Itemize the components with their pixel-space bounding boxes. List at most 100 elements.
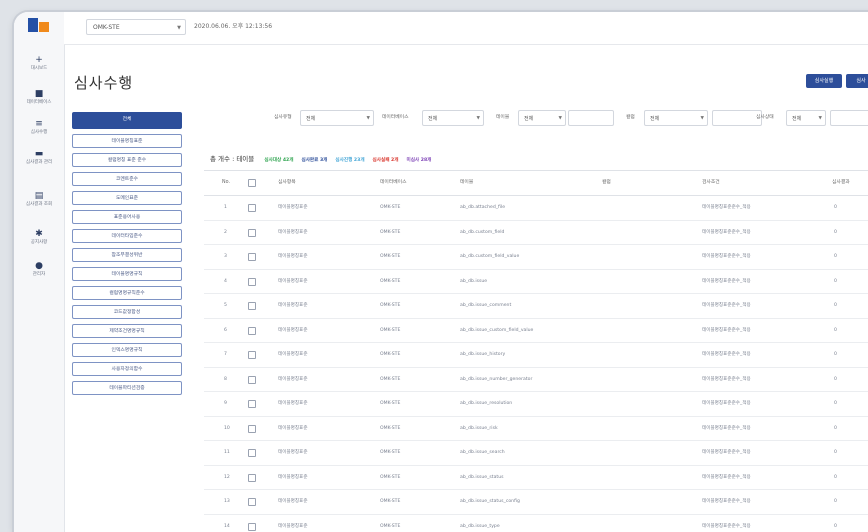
- filter-table-label: 테이블: [496, 109, 509, 127]
- col-condition: 검사조건: [702, 171, 720, 194]
- row-checkbox[interactable]: [248, 523, 256, 531]
- nav-item-2[interactable]: ≡심사수행: [16, 120, 62, 135]
- nav-item-label: 심사결과 관리: [16, 160, 62, 165]
- filter-status-value: 전체: [792, 116, 801, 122]
- row-checkbox[interactable]: [248, 204, 256, 212]
- category-item[interactable]: 데이터타입준수: [72, 229, 182, 243]
- category-item[interactable]: 컬럼명명규칙준수: [72, 286, 182, 300]
- row-checkbox[interactable]: [248, 278, 256, 286]
- table-header: No. 심사항목 데이터베이스 테이블 컬럼 검사조건 심사결과: [204, 170, 868, 196]
- row-db: OMK-STE: [380, 466, 400, 489]
- row-item: 테이블명칭표준: [278, 490, 308, 513]
- row-checkbox[interactable]: [248, 449, 256, 457]
- category-item[interactable]: 테이블명칭표준: [72, 134, 182, 148]
- table-row[interactable]: 11테이블명칭표준OMK-STEab_db.issue_search테이블명칭표…: [204, 441, 868, 466]
- row-checkbox[interactable]: [248, 376, 256, 384]
- row-result: 0: [834, 441, 837, 464]
- category-item[interactable]: 코멘트준수: [72, 172, 182, 186]
- category-item[interactable]: 참조무결성위반: [72, 248, 182, 262]
- table-row[interactable]: 1테이블명칭표준OMK-STEab_db.attached_file테이블명칭표…: [204, 196, 868, 221]
- table-row[interactable]: 7테이블명칭표준OMK-STEab_db.issue_history테이블명칭표…: [204, 343, 868, 368]
- row-checkbox[interactable]: [248, 474, 256, 482]
- table-row[interactable]: 14테이블명칭표준OMK-STEab_db.issue_type테이블명칭표준준…: [204, 515, 868, 532]
- category-item[interactable]: 도메인표준: [72, 191, 182, 205]
- row-checkbox[interactable]: [248, 351, 256, 359]
- filter-table-input[interactable]: [568, 110, 614, 126]
- table-row[interactable]: 9테이블명칭표준OMK-STEab_db.issue_resolution테이블…: [204, 392, 868, 417]
- nav-item-0[interactable]: +대시보드: [16, 56, 62, 71]
- table-row[interactable]: 8테이블명칭표준OMK-STEab_db.issue_number_genera…: [204, 368, 868, 393]
- filter-db-value: 전체: [428, 116, 437, 122]
- select-all-checkbox[interactable]: [248, 179, 256, 187]
- row-db: OMK-STE: [380, 196, 400, 219]
- category-item[interactable]: 표준용어사용: [72, 210, 182, 224]
- category-item[interactable]: 사용자정의함수: [72, 362, 182, 376]
- category-item[interactable]: 테이블파티션검증: [72, 381, 182, 395]
- table-row[interactable]: 4테이블명칭표준OMK-STEab_db.issue테이블명칭표준준수_적용0: [204, 270, 868, 295]
- row-result: 0: [834, 196, 837, 219]
- category-item[interactable]: 컬럼명칭 표준 준수: [72, 153, 182, 167]
- row-table: ab_db.issue_resolution: [460, 392, 512, 415]
- table-row[interactable]: 3테이블명칭표준OMK-STEab_db.custom_field_value테…: [204, 245, 868, 270]
- row-result: 0: [834, 392, 837, 415]
- row-condition: 테이블명칭표준준수_적용: [702, 441, 751, 464]
- row-checkbox[interactable]: [248, 229, 256, 237]
- row-table: ab_db.issue_status: [460, 466, 504, 489]
- table-row[interactable]: 2테이블명칭표준OMK-STEab_db.custom_field테이블명칭표준…: [204, 221, 868, 246]
- nav-item-label: 심사결과 조회: [16, 202, 62, 207]
- row-checkbox[interactable]: [248, 302, 256, 310]
- row-checkbox[interactable]: [248, 253, 256, 261]
- row-no: 2: [224, 221, 227, 244]
- row-result: 0: [834, 221, 837, 244]
- row-no: 7: [224, 343, 227, 366]
- table-row[interactable]: 5테이블명칭표준OMK-STEab_db.issue_comment테이블명칭표…: [204, 294, 868, 319]
- filter-column-label: 컬럼: [626, 109, 635, 127]
- filter-type-value: 전체: [306, 116, 315, 122]
- filter-column-input[interactable]: [712, 110, 762, 126]
- audit-button[interactable]: 심사: [846, 74, 868, 88]
- row-checkbox[interactable]: [248, 327, 256, 335]
- table-row[interactable]: 12테이블명칭표준OMK-STEab_db.issue_status테이블명칭표…: [204, 466, 868, 491]
- row-checkbox[interactable]: [248, 400, 256, 408]
- nav-item-4[interactable]: ▤ 심사결과 조회: [16, 192, 62, 207]
- table-row[interactable]: 13테이블명칭표준OMK-STEab_db.issue_status_confi…: [204, 490, 868, 515]
- report-icon: ▤: [34, 192, 44, 200]
- filter-table-select[interactable]: 전체 ▼: [518, 110, 566, 126]
- nav-item-1[interactable]: ■데이터베이스: [16, 90, 62, 105]
- row-checkbox[interactable]: [248, 498, 256, 506]
- category-item[interactable]: 테이블명명규칙: [72, 267, 182, 281]
- filter-type-select[interactable]: 전체 ▼: [300, 110, 374, 126]
- filter-db-select[interactable]: 전체 ▼: [422, 110, 484, 126]
- row-db: OMK-STE: [380, 368, 400, 391]
- row-item: 테이블명칭표준: [278, 196, 308, 219]
- row-checkbox[interactable]: [248, 425, 256, 433]
- row-condition: 테이블명칭표준준수_적용: [702, 466, 751, 489]
- nav-item-label: 데이터베이스: [16, 100, 62, 105]
- row-item: 테이블명칭표준: [278, 270, 308, 293]
- nav-item-6[interactable]: ●관리자: [16, 262, 62, 277]
- row-condition: 테이블명칭표준준수_적용: [702, 221, 751, 244]
- filter-status-input[interactable]: [830, 110, 868, 126]
- nav-item-5[interactable]: ✱공지사항: [16, 230, 62, 245]
- table-row[interactable]: 6테이블명칭표준OMK-STEab_db.issue_custom_field_…: [204, 319, 868, 344]
- category-all[interactable]: 전체: [72, 112, 182, 129]
- filter-db-label: 데이터베이스: [382, 109, 408, 127]
- run-audit-button[interactable]: 심사실행: [806, 74, 842, 88]
- filter-column-select[interactable]: 전체 ▼: [644, 110, 708, 126]
- row-db: OMK-STE: [380, 343, 400, 366]
- row-no: 4: [224, 270, 227, 293]
- chevron-down-icon: ▼: [477, 111, 480, 127]
- nav-item-3[interactable]: ▬심사결과 관리: [16, 150, 62, 165]
- system-select[interactable]: OMK-STE ▼: [86, 19, 186, 35]
- page-title: 심사수행: [74, 72, 133, 93]
- chevron-down-icon: ▼: [559, 111, 562, 127]
- top-bar: OMK-STE ▼ 2020.06.06. 오후 12:13:56: [64, 12, 868, 45]
- filter-status-select[interactable]: 전체 ▼: [786, 110, 826, 126]
- row-condition: 테이블명칭표준준수_적용: [702, 368, 751, 391]
- gear-icon: ✱: [34, 230, 44, 238]
- row-item: 테이블명칭표준: [278, 294, 308, 317]
- table-row[interactable]: 10테이블명칭표준OMK-STEab_db.issue_risk테이블명칭표준준…: [204, 417, 868, 442]
- category-item[interactable]: 인덱스명명규칙: [72, 343, 182, 357]
- category-item[interactable]: 코드값정합성: [72, 305, 182, 319]
- category-item[interactable]: 제약조건명명규칙: [72, 324, 182, 338]
